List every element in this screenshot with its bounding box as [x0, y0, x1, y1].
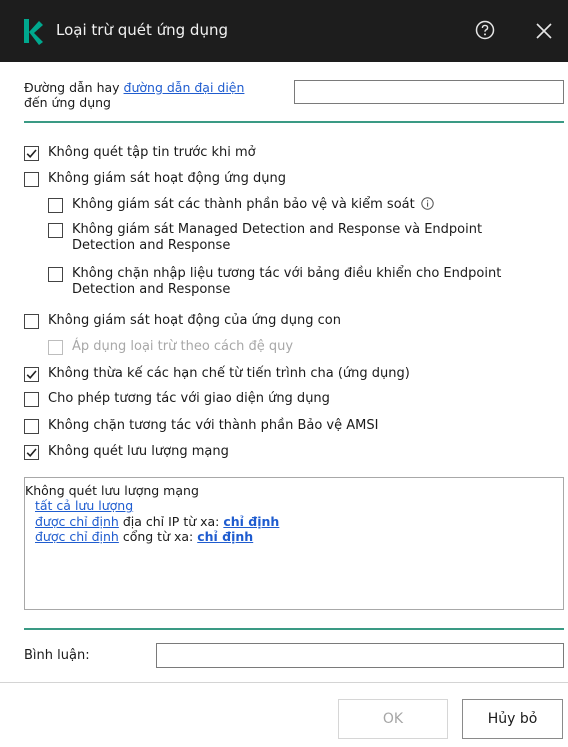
- option-label: Không quét tập tin trước khi mở: [48, 145, 256, 160]
- cancel-button[interactable]: Hủy bỏ: [462, 699, 563, 739]
- network-traffic-panel: Không quét lưu lượng mạng tất cả lưu lượ…: [24, 477, 564, 610]
- checkbox[interactable]: [48, 267, 63, 282]
- port-specified-link[interactable]: được chỉ định: [35, 529, 119, 544]
- path-label: Đường dẫn hay đường dẫn đại diện đến ứng…: [24, 80, 244, 110]
- checkbox[interactable]: [24, 392, 39, 407]
- ip-line-text: địa chỉ IP từ xa:: [118, 514, 224, 529]
- wildcard-path-link[interactable]: đường dẫn đại diện: [124, 80, 245, 95]
- option-dont-monitor-activity[interactable]: Không giám sát hoạt động ứng dụng: [24, 171, 286, 187]
- option-label: Không quét lưu lượng mạng: [48, 444, 229, 459]
- checkbox[interactable]: [24, 146, 39, 161]
- option-label: Không giám sát hoạt động ứng dụng: [48, 171, 286, 186]
- comment-input[interactable]: [156, 643, 564, 668]
- option-label: Cho phép tương tác với giao diện ứng dụn…: [48, 391, 330, 406]
- port-value-link[interactable]: chỉ định: [197, 529, 253, 544]
- network-heading: Không quét lưu lượng mạng: [25, 483, 199, 498]
- option-label: Không giám sát Managed Detection and Res…: [72, 222, 483, 253]
- option-apply-recursively: Áp dụng loại trừ theo cách đệ quy: [48, 339, 293, 355]
- option-label-wrap: Không giám sát các thành phần bảo vệ và …: [72, 197, 434, 213]
- option-label: Không chặn tương tác với thành phần Bảo …: [48, 418, 379, 433]
- checkmark-icon: [26, 448, 37, 457]
- option-dont-monitor-protection-components[interactable]: Không giám sát các thành phần bảo vệ và …: [48, 197, 434, 213]
- path-label-prefix: Đường dẫn hay: [24, 80, 124, 95]
- option-dont-inherit-restrictions[interactable]: Không thừa kế các hạn chế từ tiến trình …: [24, 366, 410, 382]
- help-icon[interactable]: [474, 19, 496, 41]
- checkmark-icon: [26, 370, 37, 379]
- option-dont-block-edr-console[interactable]: Không chặn nhập liệu tương tác với bảng …: [48, 266, 548, 298]
- option-dont-scan-files[interactable]: Không quét tập tin trước khi mở: [24, 145, 256, 161]
- separator-bottom: [24, 628, 564, 630]
- separator-top: [24, 121, 564, 123]
- option-dont-block-amsi[interactable]: Không chặn tương tác với thành phần Bảo …: [24, 418, 378, 434]
- option-dont-monitor-child-processes[interactable]: Không giám sát hoạt động của ứng dụng co…: [24, 313, 341, 329]
- checkbox[interactable]: [24, 172, 39, 187]
- ok-button[interactable]: OK: [338, 699, 448, 739]
- comment-label: Bình luận:: [24, 648, 90, 663]
- ip-specified-link[interactable]: được chỉ định: [35, 514, 119, 529]
- checkbox: [48, 340, 63, 355]
- option-dont-monitor-mdr-edr[interactable]: Không giám sát Managed Detection and Res…: [48, 222, 528, 254]
- info-icon[interactable]: [421, 197, 434, 210]
- title-bar: Loại trừ quét ứng dụng: [0, 0, 568, 62]
- checkbox[interactable]: [48, 223, 63, 238]
- option-dont-scan-network[interactable]: Không quét lưu lượng mạng: [24, 444, 229, 460]
- port-line: được chỉ định cổng từ xa: chỉ định: [35, 529, 253, 544]
- option-allow-interface-interaction[interactable]: Cho phép tương tác với giao diện ứng dụn…: [24, 391, 330, 407]
- ip-line: được chỉ định địa chỉ IP từ xa: chỉ định: [35, 514, 279, 529]
- window-title: Loại trừ quét ứng dụng: [56, 21, 228, 39]
- all-traffic-link[interactable]: tất cả lưu lượng: [35, 498, 133, 513]
- ip-value-link[interactable]: chỉ định: [223, 514, 279, 529]
- port-line-text: cổng từ xa:: [118, 529, 198, 544]
- option-label: Không giám sát hoạt động của ứng dụng co…: [48, 313, 341, 328]
- checkbox[interactable]: [24, 419, 39, 434]
- option-label: Áp dụng loại trừ theo cách đệ quy: [72, 339, 294, 354]
- dialog-window: Loại trừ quét ứng dụng Đường dẫn hay đườ…: [0, 0, 568, 747]
- close-icon[interactable]: [532, 19, 556, 43]
- checkbox[interactable]: [24, 367, 39, 382]
- option-label: Không thừa kế các hạn chế từ tiến trình …: [48, 366, 410, 381]
- checkbox[interactable]: [24, 445, 39, 460]
- checkmark-icon: [26, 149, 37, 158]
- application-path-input[interactable]: [294, 80, 564, 104]
- option-label: Không giám sát các thành phần bảo vệ và …: [72, 197, 415, 212]
- checkbox[interactable]: [24, 314, 39, 329]
- kaspersky-logo-icon: [24, 19, 43, 45]
- path-label-suffix: đến ứng dụng: [24, 95, 111, 110]
- option-label: Không chặn nhập liệu tương tác với bảng …: [72, 266, 502, 297]
- checkbox[interactable]: [48, 198, 63, 213]
